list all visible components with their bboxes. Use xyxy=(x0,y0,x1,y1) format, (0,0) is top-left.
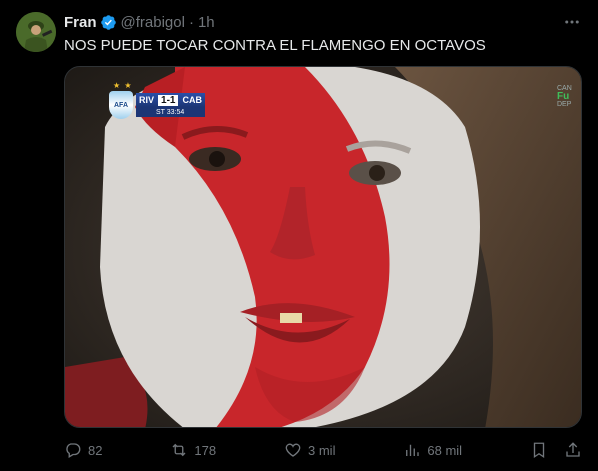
like-count: 3 mil xyxy=(308,442,336,458)
tweet-media-photo[interactable]: ★ ★ AFA RIV 1-1 CAB ST 33:54 CAN Fu DEP xyxy=(64,66,582,428)
stars-icon: ★ ★ xyxy=(113,81,133,90)
avatar-soldier-icon xyxy=(16,12,56,52)
scoreboard: RIV 1-1 CAB ST 33:54 xyxy=(136,93,205,117)
secondary-actions xyxy=(530,441,582,459)
reply-count: 82 xyxy=(88,442,103,458)
retweet-count: 178 xyxy=(194,442,217,458)
reply-icon xyxy=(66,443,81,458)
heart-icon xyxy=(285,443,301,457)
bookmark-button[interactable] xyxy=(530,441,548,459)
tweet-actions: 82 178 3 mil 68 mil xyxy=(64,438,582,462)
more-horizontal-icon xyxy=(565,20,579,24)
away-team: CAB xyxy=(182,95,202,105)
more-button[interactable] xyxy=(562,12,582,32)
tweet[interactable]: Fran @frabigol · 1h NOS PUEDE TOCAR CONT… xyxy=(0,0,598,471)
channel-logo: CAN Fu DEP xyxy=(557,85,579,109)
share-icon xyxy=(566,442,580,457)
tv-scorebug: ★ ★ AFA RIV 1-1 CAB ST 33:54 xyxy=(109,81,205,119)
separator-dot: · xyxy=(188,13,194,31)
retweet-icon xyxy=(172,443,186,457)
match-score: 1-1 xyxy=(158,94,179,106)
home-team: RIV xyxy=(139,95,155,105)
views-count: 68 mil xyxy=(427,442,463,458)
channel-logo-main: Fu xyxy=(557,91,570,102)
author-handle[interactable]: @frabigol xyxy=(121,14,185,31)
views-chart-icon xyxy=(406,444,420,456)
retweet-button[interactable]: 178 xyxy=(170,441,216,459)
fan-face-photo xyxy=(65,67,581,427)
views-button[interactable]: 68 mil xyxy=(403,441,462,459)
like-button[interactable]: 3 mil xyxy=(284,441,335,459)
tweet-text: NOS PUEDE TOCAR CONTRA EL FLAMENGO EN OC… xyxy=(64,37,486,54)
author-avatar[interactable] xyxy=(16,12,56,52)
tweet-timestamp[interactable]: 1h xyxy=(198,14,215,31)
scoreboard-teams: RIV 1-1 CAB xyxy=(136,93,205,107)
reply-button[interactable]: 82 xyxy=(64,441,102,459)
author-name[interactable]: Fran xyxy=(64,14,97,31)
bookmark-icon xyxy=(533,442,545,459)
share-button[interactable] xyxy=(564,441,582,459)
match-clock: ST 33:54 xyxy=(136,107,205,117)
verified-badge-icon xyxy=(100,14,117,31)
channel-logo-bottom: DEP xyxy=(557,101,572,108)
crest-icon: AFA xyxy=(109,91,133,119)
tweet-header: Fran @frabigol · 1h xyxy=(64,12,215,32)
